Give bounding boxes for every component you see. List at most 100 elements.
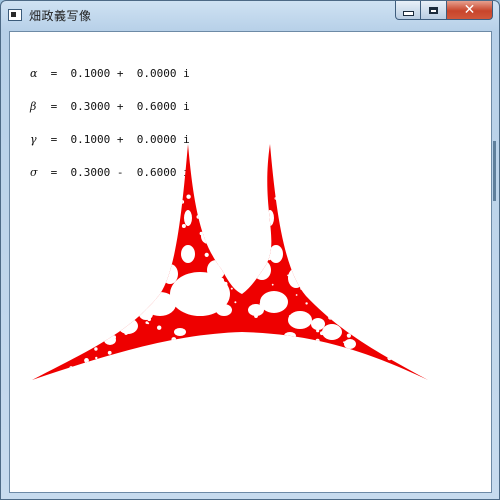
fractal-speckle: [308, 200, 312, 204]
fractal-hole: [216, 304, 232, 316]
fractal-speckle: [374, 300, 380, 306]
fractal-speckle: [314, 302, 319, 306]
fractal-speckle: [346, 333, 351, 338]
fractal-hole: [269, 245, 283, 263]
fractal-speckle: [204, 239, 209, 244]
fractal-speckle: [204, 252, 209, 257]
fractal-speckle: [394, 300, 399, 305]
fractal-speckle: [108, 239, 112, 243]
fractal-body: [32, 144, 428, 380]
fractal-speckle: [146, 308, 149, 311]
fractal-speckle: [180, 200, 185, 204]
fractal-speckle: [119, 314, 123, 319]
fractal-speckle: [170, 226, 174, 230]
fractal-speckle: [256, 221, 260, 225]
fractal-speckle: [317, 356, 321, 360]
minimize-button[interactable]: [395, 1, 421, 20]
fractal-speckle: [257, 354, 259, 357]
fractal-speckle: [205, 274, 210, 279]
fractal-speckle: [388, 195, 393, 200]
fractal-speckle: [345, 361, 349, 365]
fractal-speckle: [78, 282, 81, 286]
fractal-speckle: [294, 315, 296, 318]
fractal-speckle: [218, 346, 223, 350]
fractal-speckle: [204, 309, 208, 314]
fractal-speckle: [221, 227, 226, 232]
fractal-speckle: [290, 234, 293, 237]
fractal-speckle: [144, 237, 147, 241]
fractal-speckle: [311, 230, 316, 235]
app-window-icon[interactable]: [8, 9, 22, 21]
fractal-speckle: [251, 304, 255, 308]
fractal-speckle: [271, 283, 274, 286]
close-icon: ✕: [463, 2, 476, 18]
fractal-speckle: [185, 256, 190, 261]
fractal-speckle: [112, 182, 117, 187]
fractal-speckle: [143, 236, 149, 241]
fractal-speckle: [253, 273, 256, 276]
fractal-speckle: [107, 264, 113, 269]
fractal-speckle: [357, 222, 360, 225]
fractal-speckle: [329, 315, 332, 318]
fractal-speckle: [289, 247, 294, 252]
maximize-button[interactable]: [421, 1, 447, 20]
fractal-speckle: [300, 326, 303, 329]
fractal-speckle: [104, 271, 108, 275]
window-edge-accent: [493, 141, 496, 201]
fractal-speckle: [236, 258, 241, 263]
maximize-icon: [429, 6, 438, 14]
fractal-speckle: [68, 273, 72, 277]
fractal-speckle: [302, 367, 304, 369]
fractal-speckle: [308, 242, 311, 244]
fractal-hole: [266, 210, 274, 226]
fractal-speckle: [328, 354, 332, 358]
fractal-speckle: [69, 366, 73, 370]
fractal-speckle: [219, 363, 224, 368]
fractal-speckle: [306, 291, 312, 297]
fractal-speckle: [315, 338, 320, 343]
fractal-speckle: [320, 247, 324, 250]
fractal-hole: [174, 328, 186, 336]
fractal-speckle: [331, 245, 335, 249]
fractal-speckle: [231, 263, 236, 268]
fractal-speckle: [70, 248, 74, 253]
title-bar[interactable]: 畑政義写像 ✕: [1, 1, 499, 31]
fractal-speckle: [152, 297, 156, 301]
fractal-speckle: [99, 275, 102, 277]
fractal-speckle: [106, 243, 109, 246]
fractal-speckle: [74, 215, 78, 218]
fractal-speckle: [112, 335, 116, 340]
fractal-speckle: [232, 264, 236, 268]
fractal-speckle: [295, 294, 298, 296]
fractal-speckle: [117, 249, 121, 252]
canvas-area[interactable]: α = 0.1000 + 0.0000 i β = 0.3000 + 0.600…: [9, 31, 492, 493]
fractal-speckle: [147, 317, 151, 322]
fractal-speckle: [87, 229, 91, 233]
fractal-speckle: [143, 287, 147, 292]
fractal-speckle: [70, 298, 73, 301]
fractal-speckle: [159, 247, 163, 251]
fractal-speckle: [149, 225, 155, 230]
fractal-speckle: [145, 321, 149, 324]
fractal-speckle: [382, 181, 385, 184]
fractal-speckle: [284, 206, 287, 209]
fractal-speckle: [213, 252, 217, 256]
fractal-speckle: [367, 280, 371, 284]
fractal-speckle: [386, 296, 389, 300]
fractal-hole: [184, 210, 192, 226]
fractal-speckle: [292, 212, 295, 216]
fractal-speckle: [361, 360, 365, 364]
fractal-speckle: [333, 206, 335, 209]
fractal-speckle: [126, 308, 130, 312]
close-button[interactable]: ✕: [447, 1, 493, 20]
fractal-plot: [32, 144, 428, 380]
fractal-speckle: [151, 256, 155, 260]
minimize-icon: [402, 10, 414, 16]
fractal-speckle: [100, 320, 103, 323]
fractal-speckle: [319, 220, 323, 224]
fractal-speckle: [300, 286, 305, 291]
fractal-speckle: [220, 345, 223, 348]
fractal-speckle: [181, 224, 186, 228]
fractal-speckle: [259, 302, 263, 306]
fractal-speckle: [142, 255, 145, 257]
